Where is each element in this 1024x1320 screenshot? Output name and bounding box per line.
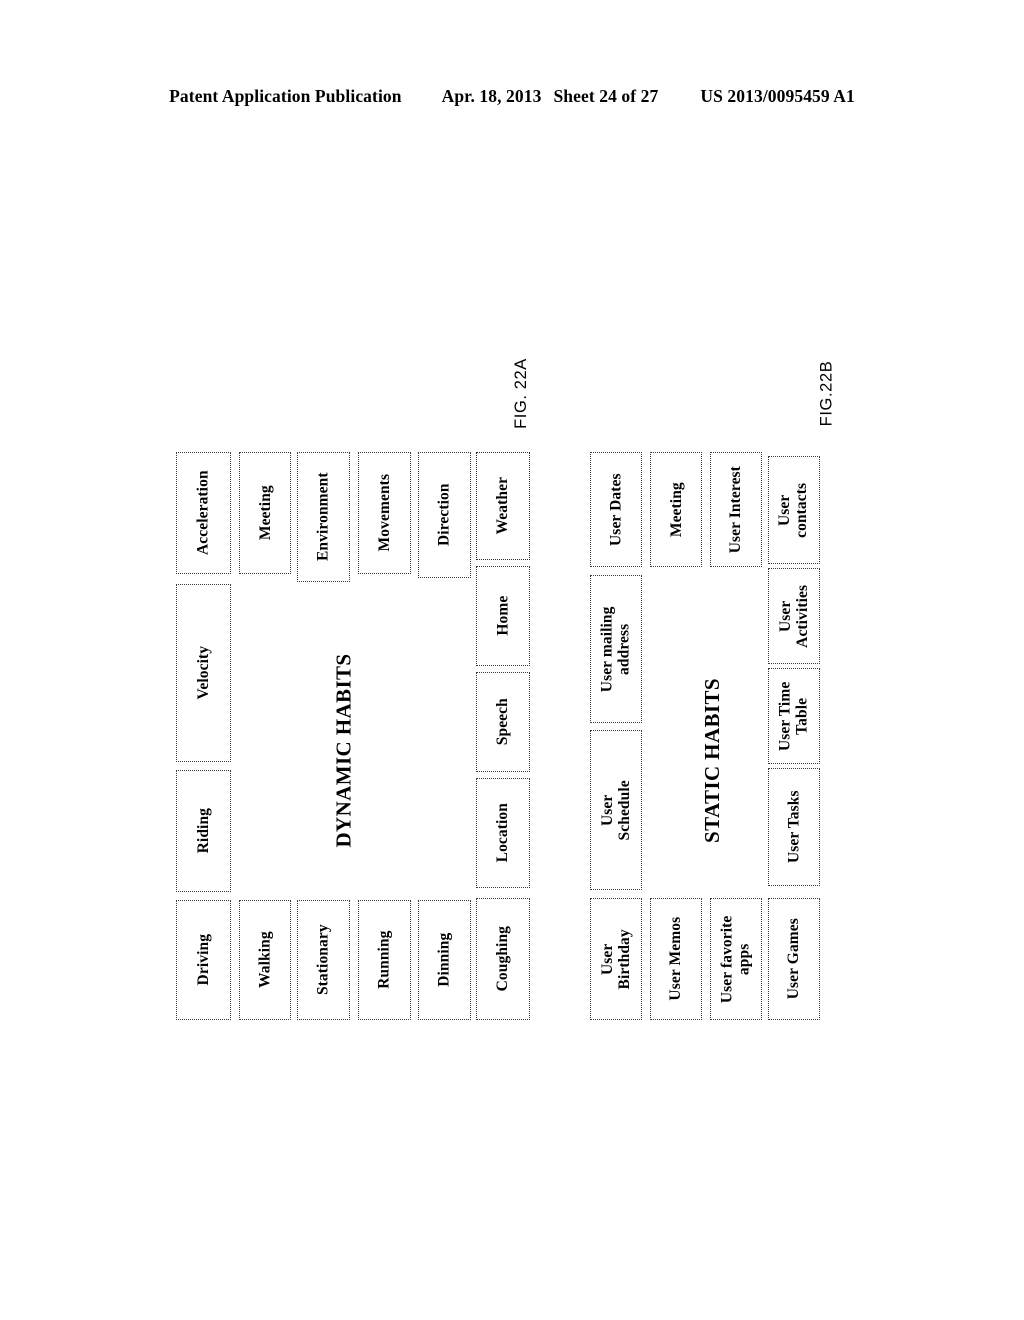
node-velocity[interactable]: Velocity bbox=[176, 584, 231, 762]
node-dinning[interactable]: Dinning bbox=[418, 900, 471, 1020]
node-speech[interactable]: Speech bbox=[476, 672, 530, 772]
node-user-time-table[interactable]: User Time Table bbox=[768, 668, 820, 764]
node-user-schedule[interactable]: User Schedule bbox=[590, 730, 642, 890]
node-coughing[interactable]: Coughing bbox=[476, 898, 530, 1020]
node-user-activities[interactable]: User Activities bbox=[768, 568, 820, 664]
node-riding[interactable]: Riding bbox=[176, 770, 231, 892]
node-user-dates[interactable]: User Dates bbox=[590, 452, 642, 567]
node-user-games[interactable]: User Games bbox=[768, 898, 820, 1020]
node-weather[interactable]: Weather bbox=[476, 452, 530, 560]
figure-22a: FIG. 22A DYNAMIC HABITS Acceleration Vel… bbox=[0, 0, 560, 1320]
figure-22b: FIG.22B STATIC HABITS User Dates User ma… bbox=[560, 0, 1024, 1320]
node-meeting[interactable]: Meeting bbox=[239, 452, 291, 574]
node-user-contacts[interactable]: User contacts bbox=[768, 456, 820, 564]
node-meeting-static[interactable]: Meeting bbox=[650, 452, 702, 567]
figure-22a-title: DYNAMIC HABITS bbox=[331, 652, 356, 848]
node-movements[interactable]: Movements bbox=[358, 452, 411, 574]
node-environment[interactable]: Environment bbox=[297, 452, 350, 582]
figure-22b-title: STATIC HABITS bbox=[699, 677, 724, 843]
node-user-birthday[interactable]: User Birthday bbox=[590, 898, 642, 1020]
node-user-memos[interactable]: User Memos bbox=[650, 898, 702, 1020]
node-driving[interactable]: Driving bbox=[176, 900, 231, 1020]
node-home[interactable]: Home bbox=[476, 566, 530, 666]
node-user-tasks[interactable]: User Tasks bbox=[768, 768, 820, 886]
node-user-favorite-apps[interactable]: User favorite apps bbox=[710, 898, 762, 1020]
node-stationary[interactable]: Stationary bbox=[297, 900, 350, 1020]
node-user-interest[interactable]: User Interest bbox=[710, 452, 762, 567]
figure-22b-caption: FIG.22B bbox=[817, 360, 836, 426]
node-acceleration[interactable]: Acceleration bbox=[176, 452, 231, 574]
node-user-mailing-address[interactable]: User mailing address bbox=[590, 575, 642, 723]
node-location[interactable]: Location bbox=[476, 778, 530, 888]
node-direction[interactable]: Direction bbox=[418, 452, 471, 578]
node-walking[interactable]: Walking bbox=[239, 900, 291, 1020]
node-running[interactable]: Running bbox=[358, 900, 411, 1020]
figure-22a-caption: FIG. 22A bbox=[511, 357, 530, 429]
